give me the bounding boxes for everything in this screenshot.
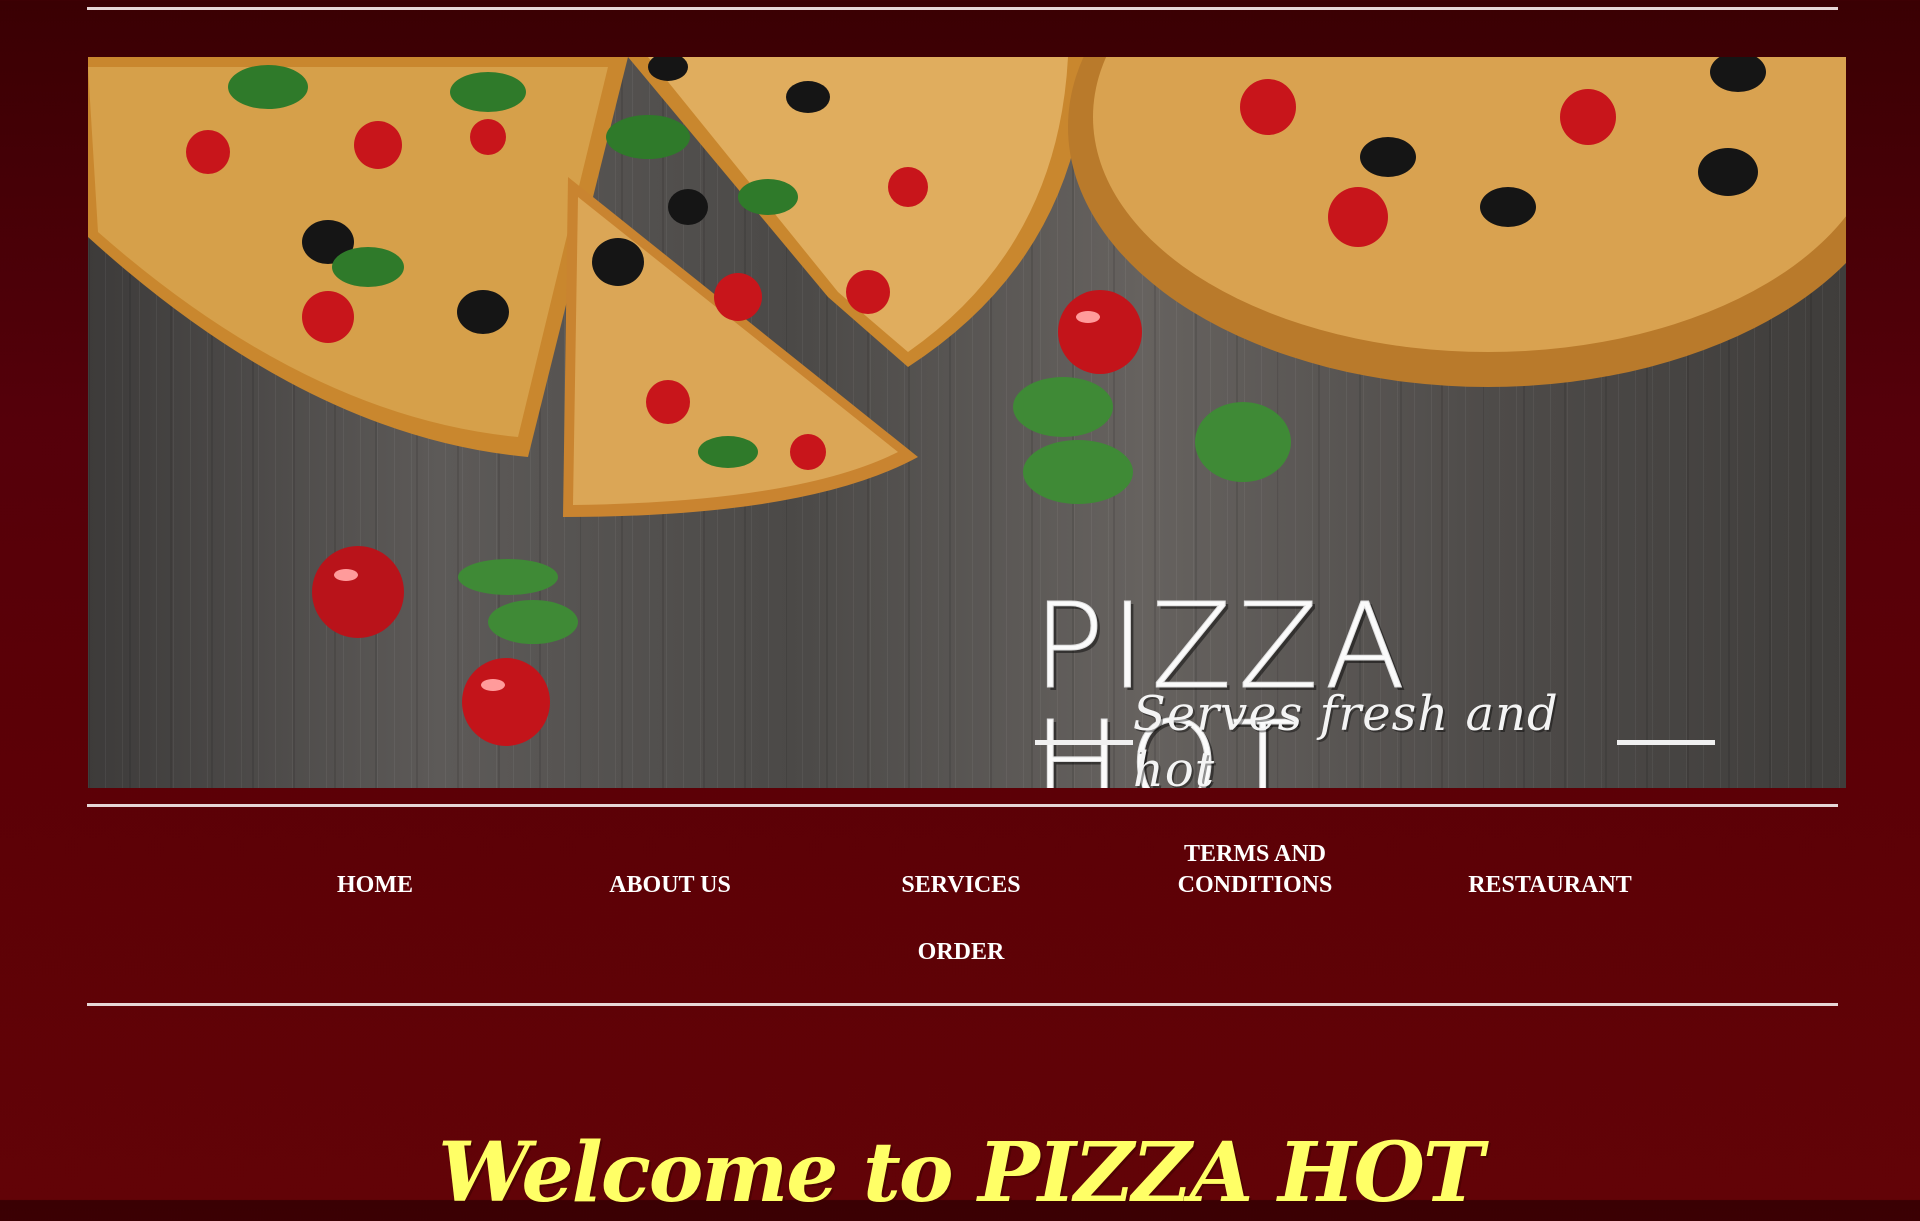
- top-divider: [87, 7, 1838, 10]
- welcome-heading: Welcome to PIZZA HOT: [438, 1124, 1484, 1221]
- nav-about-us[interactable]: ABOUT US: [590, 870, 750, 901]
- brand-tagline: Serves fresh and hot: [1132, 686, 1559, 788]
- nav-services[interactable]: SERVICES: [886, 870, 1036, 901]
- brand-tagline-row: Serves fresh and hot: [1035, 686, 1715, 788]
- tagline-left-line: [1035, 739, 1133, 745]
- nav-home[interactable]: HOME: [315, 870, 435, 901]
- nav-top-divider: [87, 804, 1838, 807]
- nav-terms-and-conditions[interactable]: TERMS AND CONDITIONS: [1150, 839, 1360, 901]
- nav-restaurant[interactable]: RESTAURANT: [1450, 870, 1650, 901]
- nav-order[interactable]: ORDER: [886, 937, 1036, 968]
- nav-bottom-divider: [87, 1003, 1838, 1006]
- tagline-right-line: [1617, 739, 1715, 745]
- hero-banner: PIZZA HOT Serves fresh and hot: [88, 57, 1846, 788]
